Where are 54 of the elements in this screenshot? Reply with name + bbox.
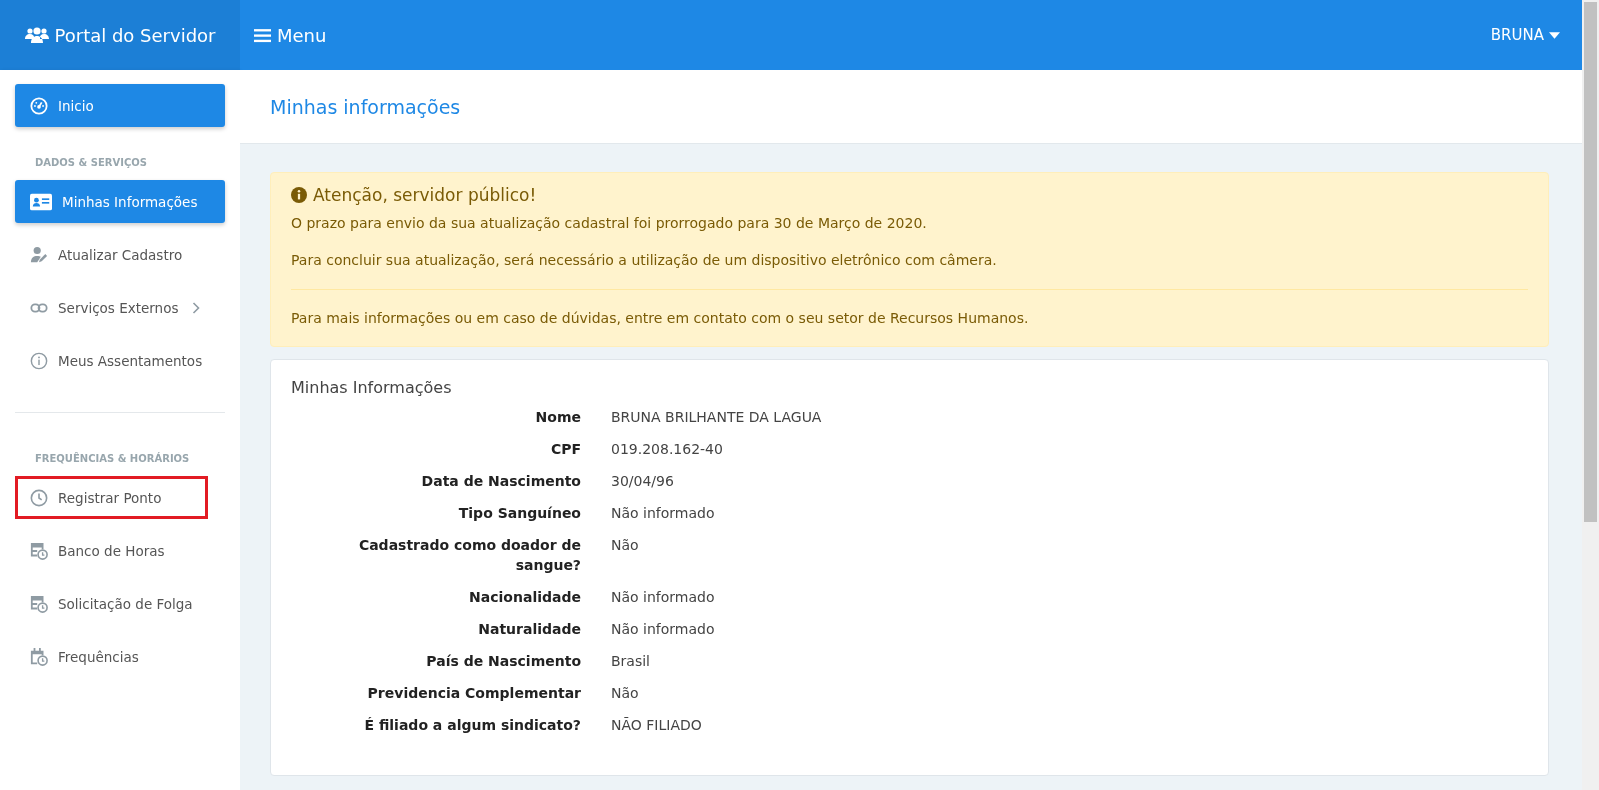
field-label: País de Nascimento (425, 652, 581, 672)
field-value: Brasil (611, 652, 651, 672)
sidebar-item[interactable]: Registrar Ponto (15, 476, 208, 519)
field-label: Data de Nascimento (420, 472, 581, 492)
portal-title: Portal do Servidor (54, 24, 216, 46)
sidebar-item[interactable]: Inicio (15, 84, 225, 127)
calendar-clock-icon (30, 647, 48, 666)
field-label: Previdencia Complementar (366, 684, 581, 704)
field-label: Tipo Sanguíneo (457, 504, 581, 524)
field-value: 30/04/96 (611, 472, 675, 492)
sidebar-item[interactable]: Meus Assentamentos (15, 339, 225, 382)
caret-icon (1549, 31, 1560, 39)
menu-button[interactable]: Menu (250, 20, 331, 50)
table-clock-icon (30, 594, 48, 613)
field-label: É filiado a algum sindicato? (363, 716, 581, 736)
menu-icon (254, 27, 271, 43)
section-heading: DADOS & SERVIÇOS (34, 156, 148, 170)
field-label: Cadastrado como doador de sangue? (357, 536, 581, 576)
sidebar-item[interactable]: Banco de Horas (15, 529, 225, 572)
field-label: CPF (549, 440, 581, 460)
info-icon (291, 187, 307, 203)
users-icon (24, 27, 49, 43)
sidebar-item[interactable]: Atualizar Cadastro (15, 233, 225, 276)
field-value: Não informado (611, 588, 716, 608)
sidebar-item[interactable]: Minhas Informações (15, 180, 225, 223)
user-menu-button[interactable]: BRUNA (1484, 25, 1566, 45)
sidebar-item[interactable]: Frequências (15, 635, 225, 678)
field-value: Não informado (611, 504, 716, 524)
card-title: Minhas Informações (291, 378, 453, 398)
field-value: Não (611, 536, 640, 556)
alert-title: Atenção, servidor público! (313, 185, 537, 205)
id-card-icon (30, 192, 52, 211)
page-title: Minhas informações (270, 95, 461, 118)
field-label: Nacionalidade (468, 588, 581, 608)
field-value: Não (611, 684, 640, 704)
info-icon (30, 351, 48, 370)
field-value: 019.208.162-40 (611, 440, 724, 460)
section-heading: FREQUÊNCIAS & HORÁRIOS (34, 451, 191, 466)
alert-text: O prazo para envio da sua atualização cadastral foi prorrogado para 30 de Março de 2020. (291, 215, 928, 232)
field-label: Nome (534, 408, 581, 428)
alert-text: Para concluir sua atualização, será necessário a utilização de um dispositivo eletrônico com câmera. (291, 251, 998, 269)
field-label: Naturalidade (477, 620, 581, 640)
clock-icon (30, 488, 48, 507)
field-value: Não informado (611, 620, 716, 640)
scrollbar-thumb[interactable] (1584, 2, 1597, 522)
scrollbar[interactable] (1582, 0, 1599, 790)
user-edit-icon (30, 245, 48, 264)
alert-text: Para mais informações ou em caso de dúvidas, entre em contato com o seu setor de Recursos Humanos. (291, 309, 1030, 327)
table-clock-icon (30, 541, 48, 560)
gauge-icon (30, 96, 48, 115)
field-value: NÃO FILIADO (611, 716, 703, 736)
field-value: BRUNA BRILHANTE DA LAGUA (611, 408, 823, 428)
sidebar-item[interactable]: Serviços Externos (15, 286, 225, 329)
sidebar-item[interactable]: Solicitação de Folga (15, 582, 225, 625)
